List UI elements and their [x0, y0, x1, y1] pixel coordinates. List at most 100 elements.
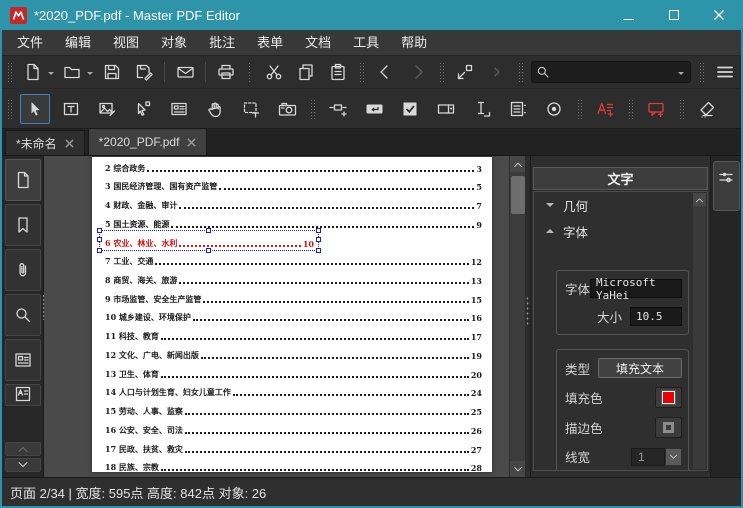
line-width-spinner[interactable]: 1 — [631, 447, 682, 466]
sidebar-scroll-up-button[interactable] — [4, 442, 41, 456]
toc-entry[interactable]: 17 民政、扶贫、救灾 27 — [92, 438, 492, 457]
paste-button[interactable] — [325, 59, 351, 85]
toolbar-grip[interactable] — [577, 98, 582, 119]
toc-entry[interactable]: 18 民族、宗教 28 — [92, 457, 492, 472]
minimize-button[interactable] — [606, 0, 651, 30]
panel-scroll-up-button[interactable] — [693, 193, 706, 206]
menu-document[interactable]: 文档 — [294, 30, 342, 55]
type-dropdown[interactable]: 填充文本 — [598, 358, 682, 378]
fit-page-button[interactable] — [452, 59, 478, 85]
selection-handle[interactable] — [316, 237, 321, 243]
tab-close-icon[interactable] — [65, 138, 74, 148]
toc-entry[interactable]: 11 科技、教育 17 — [92, 325, 492, 344]
copy-button[interactable] — [293, 59, 319, 85]
toc-entry[interactable]: 16 公安、安全、司法 26 — [92, 419, 492, 438]
splitter-handle[interactable] — [526, 296, 529, 326]
select-area-tool-button[interactable] — [236, 94, 266, 124]
menu-help[interactable]: 帮助 — [390, 30, 438, 55]
text-field-button[interactable] — [467, 94, 497, 124]
open-dropdown-icon[interactable] — [87, 71, 94, 78]
document-scrollbar[interactable] — [509, 156, 525, 477]
search-input[interactable] — [549, 65, 679, 79]
toolbar-grip[interactable] — [679, 98, 684, 119]
toc-entry[interactable]: 6 农业、林业、水利 10 — [92, 227, 492, 253]
back-button[interactable] — [372, 59, 398, 85]
tab-2020-pdf[interactable]: *2020_PDF.pdf — [87, 128, 208, 155]
menu-comment[interactable]: 批注 — [198, 30, 246, 55]
document-view[interactable]: 2 综合政务 3 3 国民经济管理、国有资产监管 5 4 财政、金融、审计 7 … — [44, 156, 525, 477]
print-button[interactable] — [213, 59, 239, 85]
menu-view[interactable]: 视图 — [102, 30, 150, 55]
link-field-button[interactable] — [323, 94, 353, 124]
properties-tab[interactable] — [712, 161, 740, 211]
selection-handle[interactable] — [206, 227, 211, 233]
highlight-text-button[interactable] — [590, 94, 620, 124]
sidebar-signature-button[interactable] — [4, 384, 41, 406]
toc-entry[interactable]: 13 卫生、体育 20 — [92, 363, 492, 382]
sticky-note-button[interactable] — [641, 94, 671, 124]
new-document-dropdown-icon[interactable] — [48, 71, 55, 78]
search-dropdown-icon[interactable] — [677, 71, 684, 78]
sidebar-bookmarks-button[interactable] — [4, 204, 41, 246]
select-tool-button[interactable] — [20, 93, 50, 124]
selection-frame[interactable] — [97, 227, 321, 253]
toc-entry[interactable]: 8 商贸、海关、旅游 13 — [92, 269, 492, 288]
sidebar-attachments-button[interactable] — [4, 249, 41, 291]
selection-handle[interactable] — [97, 247, 102, 253]
toc-entry[interactable]: 15 劳动、人事、监察 25 — [92, 400, 492, 419]
save-as-button[interactable] — [131, 59, 157, 85]
edit-path-tool-button[interactable] — [128, 94, 158, 124]
toolbar-grip[interactable] — [628, 98, 633, 119]
toc-entry[interactable]: 14 人口与计划生育、妇女儿童工作 24 — [92, 382, 492, 401]
toolbar-grip[interactable] — [518, 62, 523, 82]
selection-handle[interactable] — [97, 227, 102, 233]
panel-scrollbar[interactable] — [693, 193, 706, 469]
next-view-button[interactable] — [484, 59, 510, 85]
tab-untitled[interactable]: *未命名 — [5, 130, 85, 155]
screenshot-tool-button[interactable] — [272, 94, 302, 124]
toc-entry[interactable]: 7 工业、交通 12 — [92, 251, 492, 270]
search-box[interactable] — [530, 61, 691, 83]
sidebar-pages-button[interactable] — [4, 159, 41, 201]
checkbox-field-button[interactable] — [395, 94, 425, 124]
sidebar-search-button[interactable] — [4, 294, 41, 336]
radiobutton-field-button[interactable] — [539, 94, 569, 124]
sidebar-scroll-down-button[interactable] — [4, 458, 41, 472]
scroll-down-button[interactable] — [510, 461, 525, 477]
sidebar-form-fields-button[interactable] — [4, 339, 41, 381]
menu-edit[interactable]: 编辑 — [54, 30, 102, 55]
menu-forms[interactable]: 表单 — [246, 30, 294, 55]
edit-forms-tool-button[interactable] — [164, 94, 194, 124]
main-menu-button[interactable] — [712, 59, 738, 85]
section-font[interactable]: 字体 — [534, 218, 707, 244]
menu-object[interactable]: 对象 — [150, 30, 198, 55]
scrollbar-thumb[interactable] — [511, 176, 525, 214]
toolbar-grip[interactable] — [359, 62, 365, 82]
section-geometry[interactable]: 几何 — [534, 192, 707, 218]
selection-handle[interactable] — [97, 237, 102, 243]
combobox-field-button[interactable] — [431, 94, 461, 124]
close-button[interactable] — [696, 0, 741, 30]
scroll-up-button[interactable] — [510, 156, 525, 172]
hand-tool-button[interactable] — [200, 94, 230, 124]
menu-tools[interactable]: 工具 — [342, 30, 390, 55]
font-name-field[interactable]: Microsoft YaHei — [590, 276, 682, 302]
eraser-button[interactable] — [692, 94, 722, 124]
new-document-button[interactable] — [20, 59, 46, 85]
button-field-button[interactable] — [359, 94, 389, 124]
fill-color-button[interactable] — [655, 387, 682, 408]
tab-close-icon[interactable] — [187, 137, 197, 147]
toolbar-grip[interactable] — [698, 62, 704, 82]
stroke-color-button[interactable] — [655, 417, 682, 438]
toc-entry[interactable]: 4 财政、金融、审计 7 — [92, 194, 492, 213]
toolbar-grip[interactable] — [247, 62, 253, 82]
toc-entry[interactable]: 3 国民经济管理、国有资产监管 5 — [92, 176, 492, 195]
toolbar-grip[interactable] — [310, 98, 315, 119]
cut-button[interactable] — [260, 59, 286, 85]
toc-entry[interactable]: 9 市场监管、安全生产监管 15 — [92, 288, 492, 307]
open-button[interactable] — [59, 59, 85, 85]
toc-entry[interactable]: 10 城乡建设、环境保护 16 — [92, 307, 492, 326]
font-size-field[interactable]: 10.5 — [630, 307, 682, 326]
edit-image-tool-button[interactable] — [92, 94, 122, 124]
save-button[interactable] — [98, 59, 124, 85]
